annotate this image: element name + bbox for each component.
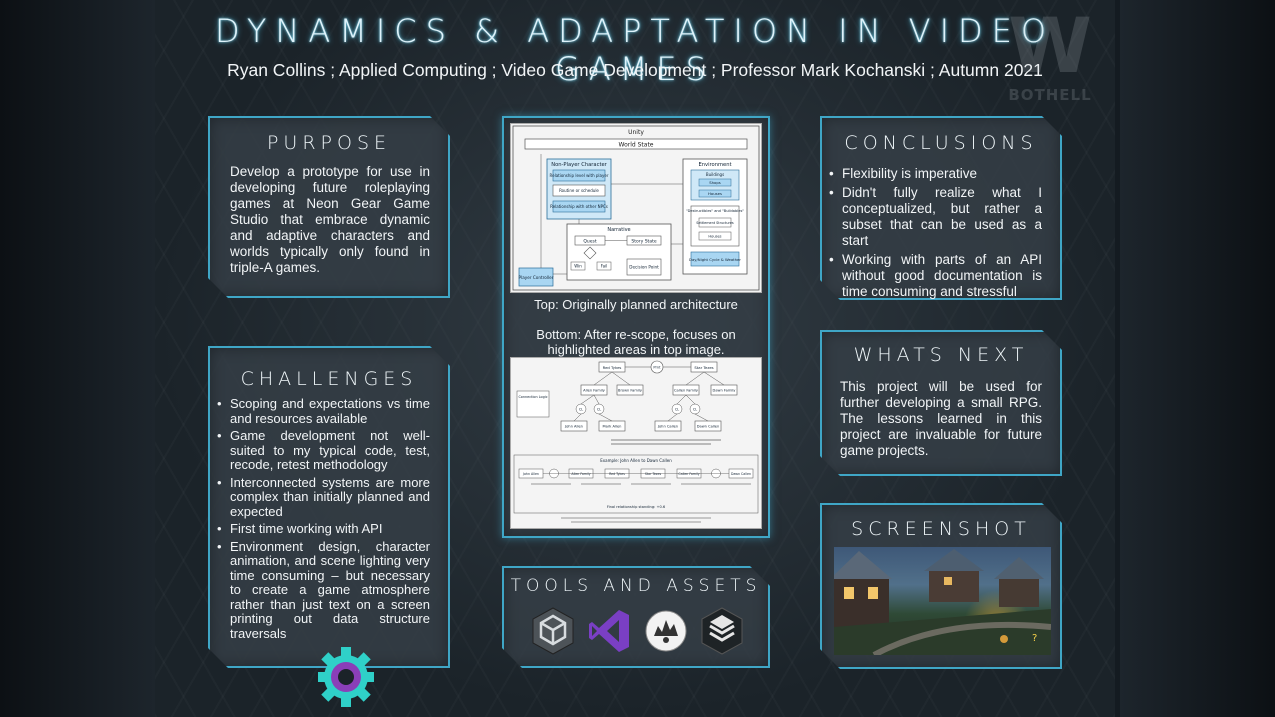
top-caption: Top: Originally planned architecture [534,297,738,312]
left-backdrop [0,0,155,717]
family-node: Allen Family [583,389,606,393]
purpose-heading: PURPOSE [266,132,392,154]
list-item: Flexibility is imperative [842,166,1042,182]
top-diagram-svg: Unity World State Non-Player Character R… [512,125,760,291]
person-node: John Callen [657,425,678,429]
example-node: Red Tykes [609,472,625,476]
person-node: Dawn Callen [697,425,720,429]
example-node: Dawn Callen [731,472,751,476]
player-controller-label: Player Controller [519,275,554,280]
bottom-architecture-diagram: Red Tykes Prnt Star Tezes Allen Family B… [510,357,762,529]
list-item: Scoping and expectations vs time and res… [230,397,430,426]
destruct-item: Houses [708,235,721,239]
example-node: Star Tezes [645,472,662,476]
list-item: Didn't fully realize what I conceptualiz… [842,185,1042,249]
poster-subtitle: Ryan Collins ; Applied Computing ; Video… [227,60,1043,80]
stack-icon [700,606,744,656]
list-item: Working with parts of an API without goo… [842,252,1042,300]
logo-text: BOTHELL [1008,86,1092,104]
purpose-text: Develop a prototype for use in developin… [230,164,430,275]
destructibles-label: "Destructibles" and "Buildables" [686,209,744,213]
challenges-panel: CHALLENGES Scoping and expectations vs t… [208,346,450,668]
bottom-caption: Bottom: After re-scope, focuses on highl… [536,327,736,357]
final-relationship: Final relationship standing: +0.6 [607,505,666,509]
conclusions-list: Flexibility is imperative Didn't fully r… [828,166,1042,300]
whats-next-panel: WHATS NEXT This project will be used for… [820,330,1062,476]
env-item: Buildings [706,172,724,177]
conclusions-heading: CONCLUSIONS [844,132,1038,154]
uw-bothell-logo: W BOTHELL [1005,6,1095,106]
npc-item: Relationship with other NPCs [550,204,608,209]
environment-label: Environment [698,162,731,168]
tools-heading: TOOLS AND ASSETS [510,576,762,596]
purpose-panel: PURPOSE Develop a prototype for use in d… [208,116,450,298]
example-title: Example: John Allen to Dawn Callen [600,458,672,463]
win-label: Win [574,264,582,269]
cl-node: CL [579,408,583,412]
whats-next-text: This project will be used for further de… [840,379,1042,458]
challenges-heading: CHALLENGES [240,368,418,390]
list-item: Interconnected systems are more complex … [230,476,430,520]
neon-gear-logo-icon [316,645,376,709]
challenges-list-wrap: Scoping and expectations vs time and res… [216,397,430,644]
cl-node: CL [675,408,679,412]
example-node: Allen Family [571,472,590,476]
list-item: Environment design, character animation,… [230,540,430,642]
visual-studio-icon [587,606,631,656]
bottom-diagram-svg: Red Tykes Prnt Star Tezes Allen Family B… [513,360,759,523]
npc-item: Relationship level with player [550,173,609,178]
poster: DYNAMICS & ADAPTATION IN VIDEO GAMES Rya… [155,0,1115,717]
npc-item: Routine or schedule [559,188,599,193]
top-architecture-diagram: Unity World State Non-Player Character R… [510,123,762,293]
ultimate-character-controller-icon [644,606,688,656]
family-node: Brown Family [618,389,643,393]
daynight-label: Day/Night Cycle & Weather [689,257,741,262]
game-screenshot: ? [834,547,1051,655]
conclusions-list-wrap: Flexibility is imperative Didn't fully r… [828,166,1042,303]
narrative-label: Narrative [607,227,630,233]
list-item: First time working with API [230,522,430,537]
person-node: John Allen [564,425,583,429]
screenshot-panel: SCREENSHOT ? [820,503,1062,669]
destruct-item: Settlement Structures [696,221,734,225]
node-top: Red Tykes [603,365,622,370]
screenshot-heading: SCREENSHOT [851,518,1031,540]
example-node: John Allen [522,472,539,476]
env-item: Houses [708,191,722,196]
npc-label: Non-Player Character [551,162,607,168]
family-node: Callen Family [674,389,699,393]
connection-logic-label: Connection Logic [518,395,547,399]
conclusions-panel: CONCLUSIONS Flexibility is imperative Di… [820,116,1062,300]
person-node: Mark Allen [603,425,622,429]
logo-letter: W [1008,1,1092,90]
fail-label: Fail [601,264,608,269]
example-node: Callen Family [678,472,699,476]
cl-node: CL [597,408,601,412]
family-node: Dawn Family [713,389,737,393]
decision-label: Decision Point [629,265,659,270]
env-item: Shops [709,180,721,185]
world-state-label: World State [619,142,654,149]
quest-marker: ? [1032,633,1037,644]
unity-label: Unity [628,129,644,136]
challenges-list: Scoping and expectations vs time and res… [216,397,430,641]
quest-label: Quest [583,239,597,245]
node-top: Prnt [653,366,661,370]
cl-node: CL [693,408,697,412]
story-state-label: Story State [631,239,656,245]
unity-icon [531,606,575,656]
list-item: Game development not well-suited to my t… [230,429,430,473]
whats-next-heading: WHATS NEXT [853,344,1029,366]
village-scene: ? [834,547,1051,655]
node-top: Star Tezes [694,365,713,370]
architecture-panel: Unity World State Non-Player Character R… [502,116,770,538]
right-backdrop [1120,0,1275,717]
